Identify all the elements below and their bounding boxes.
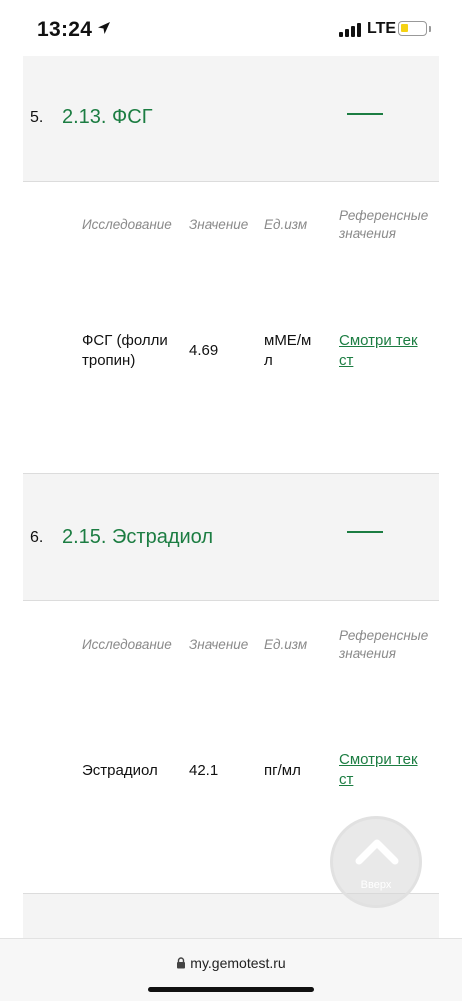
battery-icon <box>398 21 427 36</box>
study-value: 4.69 <box>189 342 219 359</box>
header-study: Исследование <box>82 637 172 652</box>
study-unit: мМЕ/м л <box>264 332 312 369</box>
url-text: my.gemotest.ru <box>190 955 286 971</box>
header-unit: Ед.изм <box>264 637 308 652</box>
header-value: Значение <box>189 637 249 652</box>
header-ref: Референсные значения <box>339 628 429 661</box>
header-ref: Референсные значения <box>339 208 429 241</box>
section-number: 5. <box>30 109 44 126</box>
reference-link[interactable]: Смотри тек ст <box>339 331 418 371</box>
signal-icon <box>339 23 363 37</box>
scroll-top-label: Вверх <box>360 879 392 891</box>
section-number: 6. <box>30 529 44 546</box>
section-title: 2.13. ФСГ <box>62 106 153 128</box>
section-header-fsh[interactable]: 5. 2.13. ФСГ <box>23 56 439 182</box>
study-name: Эстрадиол <box>82 762 158 779</box>
network-label: LTE <box>367 20 397 37</box>
reference-link[interactable]: Смотри тек ст <box>339 750 418 790</box>
collapse-dash-icon <box>347 531 383 533</box>
header-unit: Ед.изм <box>264 217 308 232</box>
collapse-dash-icon <box>347 113 383 115</box>
study-name: ФСГ (фолли тропин) <box>82 332 168 369</box>
header-study: Исследование <box>82 217 172 232</box>
header-value: Значение <box>189 217 249 232</box>
home-indicator[interactable] <box>148 987 314 992</box>
location-arrow-icon <box>96 20 112 41</box>
address-bar[interactable]: my.gemotest.ru <box>0 955 462 971</box>
lock-icon <box>177 957 186 969</box>
browser-bottom-bar: my.gemotest.ru <box>0 938 462 1001</box>
status-bar: 13:24 LTE <box>0 0 462 56</box>
section-header-estradiol[interactable]: 6. 2.15. Эстрадиол <box>23 474 439 601</box>
scroll-top-button[interactable]: Вверх <box>330 816 422 908</box>
section-title: 2.15. Эстрадиол <box>62 526 214 548</box>
chevron-up-icon <box>355 839 399 865</box>
study-value: 42.1 <box>189 762 219 779</box>
study-unit: пг/мл <box>264 762 301 779</box>
section-table-fsh: Исследование Значение Ед.изм Референсные… <box>23 182 439 474</box>
status-time: 13:24 <box>37 18 93 41</box>
